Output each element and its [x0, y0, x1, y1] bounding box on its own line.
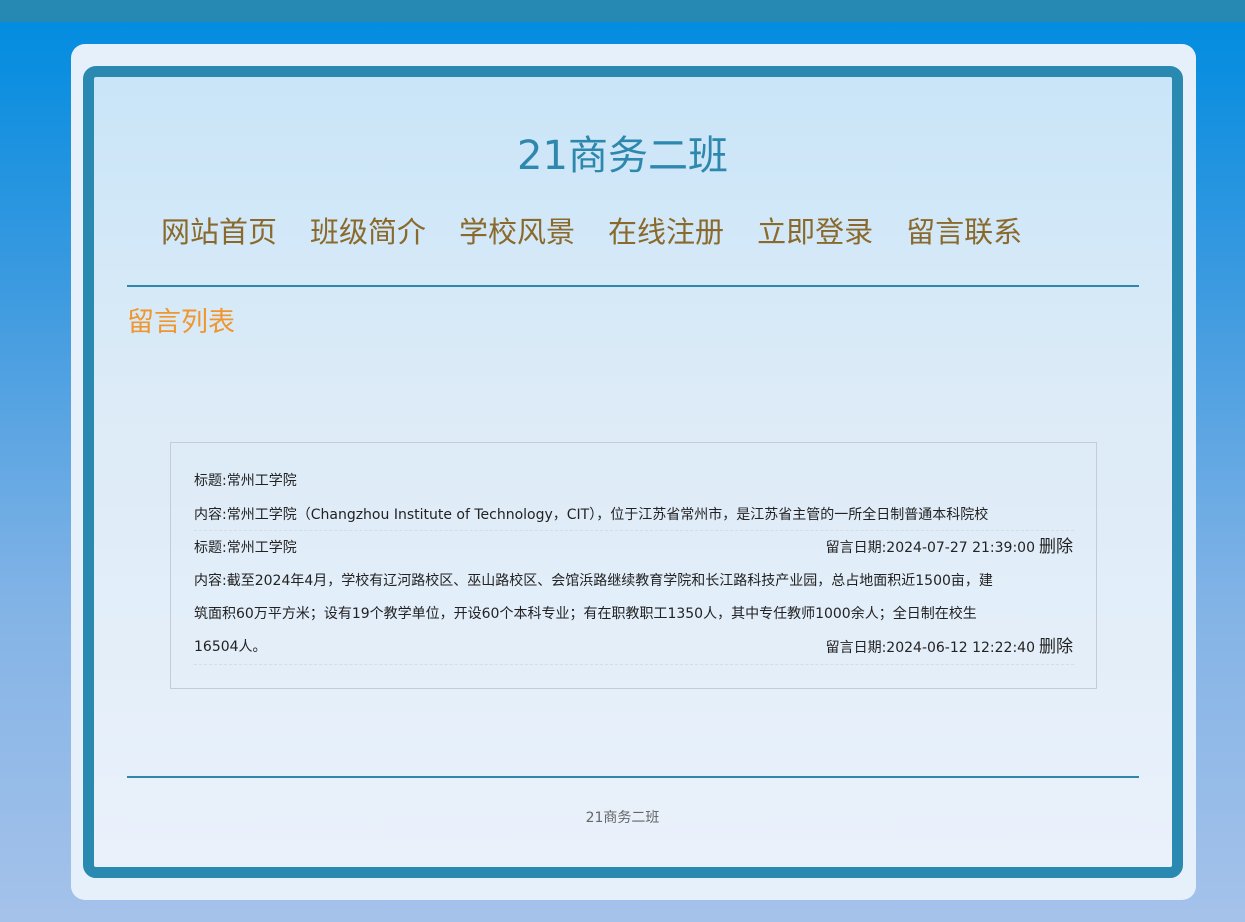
message-content: 内容:常州工学院（Changzhou Institute of Technolo…	[194, 507, 989, 523]
main-nav: 网站首页 班级简介 学校风景 在线注册 立即登录 留言联系	[161, 208, 1055, 256]
nav-item-login[interactable]: 立即登录	[757, 208, 873, 256]
message-content: 内容:截至2024年4月，学校有辽河路校区、巫山路校区、会馆浜路继续教育学院和长…	[194, 573, 993, 589]
message-content: 16504人。	[194, 639, 267, 655]
nav-item-campus-scenery[interactable]: 学校风景	[459, 208, 575, 256]
message-date: 留言日期:2024-07-27 21:39:00	[825, 540, 1035, 556]
site-title: 21商务二班	[517, 133, 728, 179]
delete-button[interactable]: 删除	[1039, 637, 1073, 657]
top-strip	[0, 0, 1245, 22]
nav-item-class-intro[interactable]: 班级简介	[310, 208, 426, 256]
message-title: 标题:常州工学院	[194, 540, 297, 556]
message-meta: 留言日期:2024-07-27 21:39:00 删除	[826, 537, 1073, 558]
nav-item-register[interactable]: 在线注册	[608, 208, 724, 256]
nav-item-home[interactable]: 网站首页	[161, 208, 277, 256]
message-divider	[194, 664, 1074, 665]
message-date: 留言日期:2024-06-12 12:22:40	[825, 640, 1035, 656]
footer-divider	[127, 776, 1139, 778]
delete-button[interactable]: 删除	[1039, 537, 1073, 557]
message-title: 标题:常州工学院	[194, 473, 297, 489]
nav-item-contact[interactable]: 留言联系	[906, 208, 1022, 256]
header-divider	[127, 285, 1139, 287]
message-meta: 留言日期:2024-06-12 12:22:40 删除	[826, 637, 1073, 658]
section-title: 留言列表	[127, 307, 235, 338]
message-divider	[194, 530, 1074, 531]
footer-text: 21商务二班	[585, 810, 660, 826]
message-content: 筑面积60万平方米；设有19个教学单位，开设60个本科专业；有在职教职工1350…	[194, 606, 977, 622]
